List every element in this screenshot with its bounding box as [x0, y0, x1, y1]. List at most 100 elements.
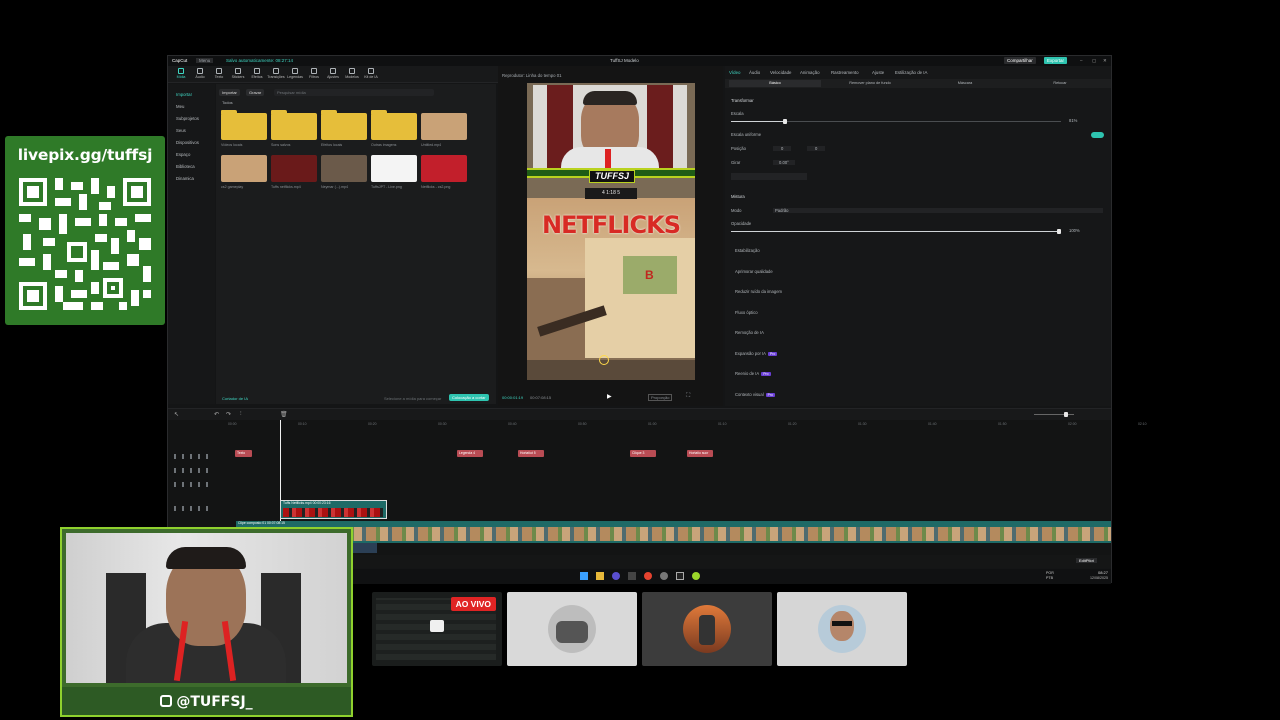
app-icon[interactable]: [660, 572, 668, 580]
media-item-folder[interactable]: [321, 110, 367, 140]
properties-tab[interactable]: Vídeo: [729, 70, 740, 75]
toolbar-text[interactable]: Texto: [210, 68, 228, 81]
audio-clip[interactable]: [353, 543, 377, 553]
media-search-input[interactable]: Pesquisar mídia: [274, 89, 434, 96]
media-item-image[interactable]: [371, 155, 417, 182]
split-icon[interactable]: ⫶: [240, 411, 242, 418]
media-footer-action[interactable]: Colocação a cortar: [449, 394, 489, 401]
export-button[interactable]: Exportar: [1044, 57, 1068, 64]
chrome-icon[interactable]: [644, 572, 652, 580]
properties-tab[interactable]: Áudio: [749, 70, 760, 75]
discord-icon[interactable]: [612, 572, 620, 580]
flip-align-buttons[interactable]: [731, 173, 807, 180]
toolbar-audio[interactable]: Áudio: [191, 68, 209, 81]
media-item-video[interactable]: [421, 113, 467, 140]
opacity-value[interactable]: 100%: [1069, 228, 1080, 233]
media-sidebar-item[interactable]: Meu: [176, 104, 184, 109]
delete-icon[interactable]: 🗑: [280, 411, 288, 418]
media-sidebar-item[interactable]: Espaço: [176, 152, 190, 157]
file-explorer-icon[interactable]: [596, 572, 604, 580]
scale-value[interactable]: 81%: [1069, 118, 1077, 123]
windows-start-icon[interactable]: [580, 572, 588, 580]
participant-tile-3[interactable]: [642, 592, 772, 666]
uniform-scale-toggle[interactable]: [1091, 132, 1104, 138]
overlay-video-clip[interactable]: Tuffs Netflicks.mp4 00:00:23:16: [280, 500, 387, 519]
track-controls[interactable]: [174, 468, 210, 473]
media-sidebar-item[interactable]: Subprojetos: [176, 116, 199, 121]
toolbar-sticker[interactable]: Stickers: [229, 68, 247, 81]
rotate-input[interactable]: 0.00°: [773, 160, 795, 165]
toolbar-templates[interactable]: Modelos: [343, 68, 361, 81]
capcut-icon[interactable]: [676, 572, 684, 580]
text-clip[interactable]: Texto: [235, 450, 252, 457]
properties-section[interactable]: Expansão por IA Pro: [735, 351, 778, 356]
toolbar-effects[interactable]: Efeitos: [248, 68, 266, 81]
properties-section[interactable]: Reduzir ruído da imagem: [735, 289, 782, 294]
toolbar-ai-kit[interactable]: Kit de IA: [362, 68, 380, 81]
undo-icon[interactable]: ↶: [214, 411, 219, 418]
properties-section[interactable]: Fluxo óptico: [735, 310, 758, 315]
language-indicator[interactable]: POR PTB: [1046, 571, 1060, 581]
media-item-image[interactable]: [421, 155, 467, 182]
minimize-icon[interactable]: –: [1080, 58, 1083, 63]
properties-tab[interactable]: Animação: [800, 70, 820, 75]
media-sidebar-item[interactable]: Dispositivos: [176, 140, 199, 145]
blend-mode-select[interactable]: Padrão: [773, 208, 1103, 213]
record-button[interactable]: Gravar: [246, 89, 265, 96]
editpilot-button[interactable]: EditPilot: [1076, 558, 1097, 563]
player-preview[interactable]: B TUFFSJ 4 1:18 5 NETFLICKS: [527, 83, 695, 380]
close-icon[interactable]: ✕: [1103, 58, 1107, 64]
fullscreen-icon[interactable]: ⛶: [686, 393, 690, 400]
track-controls[interactable]: [174, 482, 210, 487]
aspect-ratio-button[interactable]: Proporção: [648, 394, 673, 401]
obs-icon[interactable]: [628, 572, 636, 580]
properties-section[interactable]: Contexto visual Pro: [735, 392, 775, 397]
scale-slider[interactable]: [731, 119, 1061, 124]
properties-section[interactable]: Aprimorar qualidade: [735, 269, 773, 274]
properties-tab[interactable]: Velocidade: [770, 70, 791, 75]
properties-subtab[interactable]: Máscara: [919, 80, 1011, 87]
properties-tab[interactable]: Ajuste: [872, 70, 884, 75]
media-sidebar-item[interactable]: Dinamica: [176, 176, 194, 181]
participant-tile-2[interactable]: [507, 592, 637, 666]
track-controls[interactable]: [174, 454, 210, 459]
cursor-tool-icon[interactable]: ↖: [174, 411, 179, 418]
redo-icon[interactable]: ↷: [226, 411, 231, 418]
media-sidebar-item[interactable]: Biblioteca: [176, 164, 195, 169]
import-button[interactable]: Importar: [219, 89, 240, 96]
properties-subtab[interactable]: Retocar: [1014, 80, 1106, 87]
properties-subtab[interactable]: Remover plano de fundo: [824, 80, 916, 87]
properties-section[interactable]: Reenio de IA Pro: [735, 371, 771, 376]
media-item-folder[interactable]: [271, 110, 317, 140]
participant-tile-screen[interactable]: AO VIVO: [372, 592, 502, 666]
spotify-icon[interactable]: [692, 572, 700, 580]
opacity-slider[interactable]: [731, 229, 1061, 234]
text-clip[interactable]: Legenda 4: [457, 450, 483, 457]
text-clip[interactable]: Clique 3: [630, 450, 656, 457]
media-item-video[interactable]: [221, 155, 267, 182]
play-icon[interactable]: ▶: [607, 393, 612, 400]
properties-tab[interactable]: Rastreamento: [831, 70, 859, 75]
share-button[interactable]: Compartilhar: [1004, 57, 1036, 64]
media-item-folder[interactable]: [371, 110, 417, 140]
zoom-slider[interactable]: [1034, 412, 1074, 417]
properties-section[interactable]: Remoção de IA: [735, 330, 764, 335]
media-sidebar-item[interactable]: Seus: [176, 128, 186, 133]
position-x-input[interactable]: 0: [773, 146, 792, 151]
text-clip[interactable]: Hortatiut 5: [518, 450, 544, 457]
toolbar-transitions[interactable]: Transições: [267, 68, 285, 81]
track-controls[interactable]: [174, 506, 210, 511]
participant-tile-4[interactable]: [777, 592, 907, 666]
media-item-video[interactable]: [321, 155, 367, 182]
position-y-input[interactable]: 0: [807, 146, 826, 151]
toolbar-captions[interactable]: Legendas: [286, 68, 304, 81]
media-item-folder[interactable]: [221, 110, 267, 140]
properties-section[interactable]: Estabilização: [735, 248, 760, 253]
toolbar-filters[interactable]: Filtros: [305, 68, 323, 81]
properties-tab[interactable]: Estilização de IA: [895, 70, 927, 75]
maximize-icon[interactable]: ▢: [1092, 58, 1096, 64]
menu-button[interactable]: Menu: [196, 58, 214, 63]
media-sidebar-item[interactable]: Importar: [176, 92, 192, 97]
toolbar-media[interactable]: Mídia: [172, 68, 190, 81]
main-video-clip[interactable]: Clipe composto 01 00:07:08:15: [236, 521, 1111, 543]
